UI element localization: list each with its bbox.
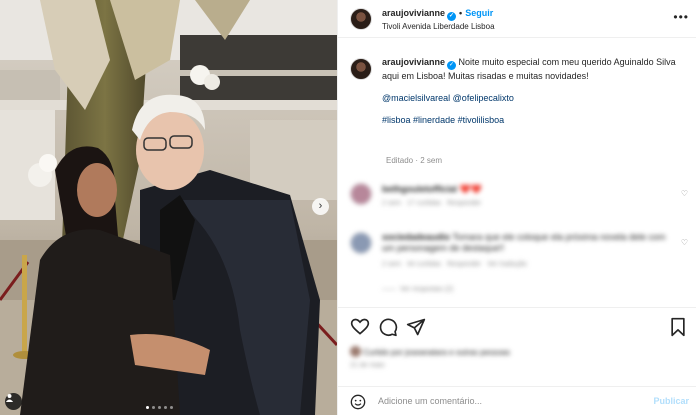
comment-time: 2 sem	[382, 261, 402, 268]
comment-meta: 2 sem 44 curtidas Responder Ver tradução	[382, 259, 672, 270]
view-replies[interactable]: —— Ver respostas (2)	[382, 284, 672, 295]
action-bar	[338, 307, 696, 345]
separator-dot: •	[459, 8, 463, 18]
liked-by-summary[interactable]: Curtido por joseanatara e outras pessoas	[350, 346, 510, 357]
more-options-icon[interactable]: •••	[673, 10, 689, 24]
next-photo-button[interactable]: ›	[312, 198, 329, 215]
heart-icon[interactable]	[350, 317, 370, 337]
hashtag-link[interactable]: #tivolilisboa	[458, 115, 505, 125]
user-icon	[5, 393, 14, 402]
comment-meta: 2 sem 17 curtidas Responder	[382, 200, 672, 207]
comment-time: 2 sem	[382, 200, 402, 207]
comment-input[interactable]	[378, 393, 638, 409]
carousel-dot	[152, 406, 155, 409]
carousel-dot	[170, 406, 173, 409]
instagram-post-modal: › araujovivianne ✓ • Seguir Tivoli Avenida …	[0, 0, 696, 415]
photo-illustration	[0, 0, 337, 415]
comment-likes[interactable]: 44 curtidas	[407, 261, 441, 268]
hashtag-link[interactable]: #lisboa	[382, 115, 411, 125]
caption-username[interactable]: araujovivianne	[382, 57, 445, 67]
commenter-avatar[interactable]	[350, 183, 372, 205]
edited-timestamp: Editado · 2 sem	[386, 156, 443, 165]
post-caption: araujovivianne ✓ Noite muito especial com…	[382, 56, 682, 126]
view-replies-label[interactable]: Ver respostas (2)	[400, 286, 453, 293]
mention-link[interactable]: @macielsilvareal	[382, 93, 450, 103]
bookmark-icon[interactable]	[668, 317, 688, 337]
author-avatar[interactable]	[350, 8, 372, 30]
caption-author-avatar[interactable]	[350, 58, 372, 80]
carousel-dot	[164, 406, 167, 409]
post-header: araujovivianne ✓ • Seguir Tivoli Avenida Li…	[338, 0, 696, 38]
comment-item: bethgouletofficial ❤️❤️ 2 sem 17 curtida…	[382, 184, 672, 207]
post-location[interactable]: Tivoli Avenida Liberdade Lisboa	[382, 22, 495, 31]
publish-button[interactable]: Publicar	[653, 396, 689, 406]
comment-username[interactable]: bethgouletofficial	[382, 184, 457, 194]
post-photo[interactable]: ›	[0, 0, 337, 415]
verified-badge-icon: ✓	[447, 61, 457, 70]
reply-button[interactable]: Responder	[447, 200, 481, 207]
carousel-dot-active	[146, 406, 149, 409]
comment-icon[interactable]	[378, 317, 398, 337]
author-username[interactable]: araujovivianne	[382, 8, 445, 18]
comment-composer: Publicar	[338, 386, 696, 415]
verified-badge-icon: ✓	[447, 12, 457, 21]
hashtag-link[interactable]: #linerdade	[413, 115, 455, 125]
commenter-avatar[interactable]	[350, 232, 372, 254]
reply-button[interactable]: Responder	[447, 261, 481, 268]
share-icon[interactable]	[406, 317, 426, 337]
like-comment-heart-icon[interactable]: ♡	[681, 189, 688, 198]
post-date: 21 de maio	[350, 362, 385, 369]
carousel-dot	[158, 406, 161, 409]
like-comment-heart-icon[interactable]: ♡	[681, 238, 688, 247]
post-details-panel: araujovivianne ✓ • Seguir Tivoli Avenida Li…	[337, 0, 696, 415]
carousel-indicator	[146, 406, 173, 409]
comment-item: sociedadeaudio Tomara que ele coloque el…	[382, 232, 672, 295]
mention-link[interactable]: @ofelipecalixto	[453, 93, 514, 103]
follow-button[interactable]: Seguir	[465, 8, 493, 18]
liker-avatar	[350, 346, 361, 357]
emoji-icon[interactable]	[350, 394, 366, 410]
comment-likes[interactable]: 17 curtidas	[407, 200, 441, 207]
tagged-users-button[interactable]	[5, 393, 22, 410]
chevron-right-icon: ›	[318, 200, 323, 212]
liked-by-text[interactable]: Curtido por joseanatara e outras pessoas	[363, 348, 510, 357]
translate-button[interactable]: Ver tradução	[487, 261, 527, 268]
comment-username[interactable]: sociedadeaudio	[382, 232, 450, 242]
header-user-line: araujovivianne ✓ • Seguir	[382, 8, 493, 21]
comment-text: ❤️❤️	[459, 184, 482, 194]
